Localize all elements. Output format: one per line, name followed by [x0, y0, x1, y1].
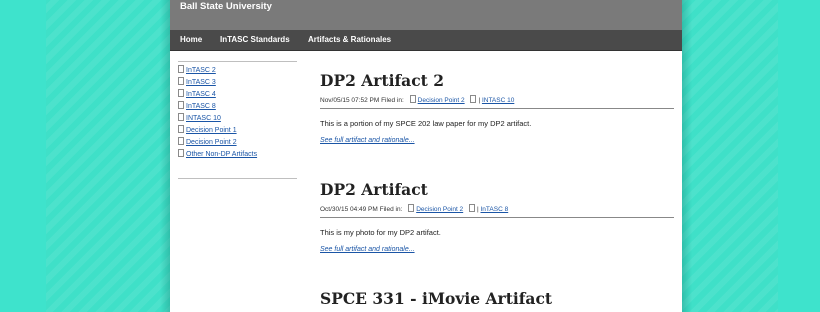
post-date: Oct/30/15 04:49 PM Filed in: — [320, 206, 403, 213]
blog-post: DP2 Artifact Oct/30/15 04:49 PM Filed in… — [320, 179, 674, 253]
category-item: InTASC 3 — [178, 77, 297, 89]
category-link-intasc-3[interactable]: InTASC 3 — [186, 79, 216, 86]
document-icon — [470, 95, 477, 103]
post-title[interactable]: SPCE 331 - iMovie Artifact — [320, 288, 674, 310]
frame-shadow-left — [160, 0, 170, 312]
document-icon — [178, 89, 184, 97]
document-icon — [469, 204, 475, 212]
document-icon — [178, 137, 184, 145]
site-title[interactable]: Ball State University — [180, 1, 272, 12]
post-category-link[interactable]: InTASC 8 — [481, 206, 509, 213]
category-link-intasc-4[interactable]: InTASC 4 — [186, 91, 216, 98]
category-item: Decision Point 1 — [178, 125, 297, 137]
nav-intasc-standards[interactable]: InTASC Standards — [220, 35, 290, 44]
post-title[interactable]: DP2 Artifact — [320, 179, 674, 201]
page-frame: Ball State University Home InTASC Standa… — [170, 0, 682, 312]
see-full-link[interactable]: See full artifact and rationale... — [320, 246, 674, 253]
blog-post: SPCE 331 - iMovie Artifact — [320, 288, 674, 310]
post-meta: Nov/05/15 07:52 PM Filed in: Decision Po… — [320, 95, 515, 104]
post-category-link[interactable]: Decision Point 2 — [416, 206, 463, 213]
document-icon — [178, 65, 184, 73]
blog-post: DP2 Artifact 2 Nov/05/15 07:52 PM Filed … — [320, 70, 674, 144]
category-link-intasc-10[interactable]: INTASC 10 — [186, 115, 221, 122]
category-item: InTASC 8 — [178, 101, 297, 113]
category-link-intasc-8[interactable]: InTASC 8 — [186, 103, 216, 110]
category-link-decision-point-1[interactable]: Decision Point 1 — [186, 127, 237, 134]
see-full-link[interactable]: See full artifact and rationale... — [320, 137, 674, 144]
frame-shadow-right — [682, 0, 692, 312]
post-meta: Oct/30/15 04:49 PM Filed in: Decision Po… — [320, 204, 509, 213]
document-icon — [408, 204, 415, 212]
category-item: INTASC 10 — [178, 113, 297, 125]
page-background-left — [0, 0, 46, 312]
category-link-intasc-2[interactable]: InTASC 2 — [186, 67, 216, 74]
category-item: Decision Point 2 — [178, 137, 297, 149]
category-item: InTASC 2 — [178, 65, 297, 77]
document-icon — [178, 101, 184, 109]
post-title[interactable]: DP2 Artifact 2 — [320, 70, 674, 92]
document-icon — [178, 149, 184, 157]
category-link-other-non-dp[interactable]: Other Non-DP Artifacts — [186, 151, 257, 158]
nav-bar: Home InTASC Standards Artifacts & Ration… — [170, 30, 682, 51]
post-divider — [320, 217, 674, 218]
document-icon — [178, 125, 184, 133]
category-item: Other Non-DP Artifacts — [178, 149, 297, 161]
sidebar-divider-top — [178, 61, 297, 62]
post-category-link[interactable]: Decision Point 2 — [418, 97, 465, 104]
category-item: InTASC 4 — [178, 89, 297, 101]
page-background-right — [778, 0, 820, 312]
post-body: This is my photo for my DP2 artifact. — [320, 228, 441, 237]
nav-artifacts-rationales[interactable]: Artifacts & Rationales — [308, 35, 391, 44]
sidebar: InTASC 2 InTASC 3 InTASC 4 InTASC 8 INTA… — [178, 61, 297, 161]
sidebar-divider-bottom — [178, 178, 297, 179]
document-icon — [178, 113, 184, 121]
post-date: Nov/05/15 07:52 PM Filed in: — [320, 97, 404, 104]
category-link-decision-point-2[interactable]: Decision Point 2 — [186, 139, 237, 146]
site-header: Ball State University — [170, 0, 682, 30]
category-list: InTASC 2 InTASC 3 InTASC 4 InTASC 8 INTA… — [178, 65, 297, 161]
nav-home[interactable]: Home — [180, 35, 202, 44]
post-divider — [320, 108, 674, 109]
post-body: This is a portion of my SPCE 202 law pap… — [320, 119, 532, 128]
document-icon — [409, 95, 416, 103]
post-category-link[interactable]: INTASC 10 — [482, 97, 514, 104]
document-icon — [178, 77, 184, 85]
